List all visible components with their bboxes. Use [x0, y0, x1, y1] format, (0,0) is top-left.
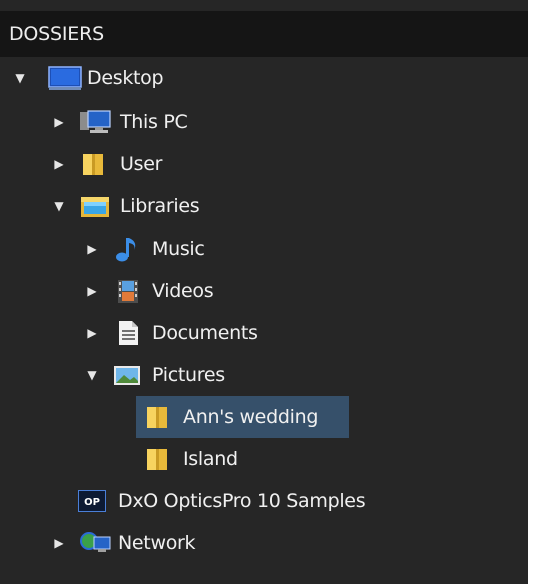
folders-panel: DOSSIERS ▼ Desktop ▶ This PC ▶ User ▼ Li… — [0, 0, 528, 584]
network-icon — [80, 529, 111, 557]
folder-icon — [144, 445, 174, 473]
expand-arrow-icon[interactable]: ▼ — [51, 185, 67, 227]
collapsed-arrow-icon[interactable]: ▶ — [84, 270, 100, 312]
picture-icon — [112, 361, 142, 389]
tree-item-label: Music — [152, 238, 205, 260]
expand-arrow-icon[interactable]: ▼ — [84, 354, 100, 396]
computer-icon — [78, 108, 111, 136]
tree-item-label: Documents — [152, 322, 258, 344]
folder-icon — [80, 150, 110, 178]
collapsed-arrow-icon[interactable]: ▶ — [84, 228, 100, 270]
tree-item-desktop[interactable]: ▼ Desktop — [0, 57, 528, 99]
collapsed-arrow-icon[interactable]: ▶ — [51, 101, 67, 143]
tree-item-island[interactable]: Island — [0, 438, 528, 480]
folder-icon — [144, 403, 174, 431]
tree-item-label: Pictures — [152, 364, 225, 386]
tree-item-label: DxO OpticsPro 10 Samples — [118, 490, 366, 512]
tree-item-label: Network — [118, 532, 196, 554]
tree-item-music[interactable]: ▶ Music — [0, 228, 528, 270]
tree-item-label: Ann's wedding — [183, 406, 319, 428]
tree-item-label: Island — [183, 448, 238, 470]
tree-item-libraries[interactable]: ▼ Libraries — [0, 185, 528, 227]
dxo-badge-text: OP — [84, 497, 100, 508]
tree-item-label: Desktop — [87, 67, 164, 89]
tree-item-videos[interactable]: ▶ Videos — [0, 270, 528, 312]
tree-item-this-pc[interactable]: ▶ This PC — [0, 101, 528, 143]
video-film-icon — [113, 277, 143, 305]
tree-item-dxo-samples[interactable]: OP DxO OpticsPro 10 Samples — [0, 480, 528, 522]
libraries-icon — [79, 192, 109, 220]
panel-header: DOSSIERS — [0, 11, 528, 57]
music-note-icon — [112, 235, 142, 263]
tree-item-label: This PC — [120, 111, 188, 133]
collapsed-arrow-icon[interactable]: ▶ — [51, 143, 67, 185]
tree-item-anns-wedding[interactable]: Ann's wedding — [0, 396, 528, 438]
dxo-opticspro-icon: OP — [78, 490, 106, 512]
expand-arrow-icon[interactable]: ▼ — [12, 57, 28, 99]
tree-item-user[interactable]: ▶ User — [0, 143, 528, 185]
tree-item-network[interactable]: ▶ Network — [0, 522, 528, 564]
collapsed-arrow-icon[interactable]: ▶ — [51, 522, 67, 564]
desktop-icon — [48, 65, 82, 93]
tree-item-pictures[interactable]: ▼ Pictures — [0, 354, 528, 396]
tree-item-label: User — [120, 153, 163, 175]
tree-item-label: Libraries — [120, 195, 200, 217]
tree-item-documents[interactable]: ▶ Documents — [0, 312, 528, 354]
collapsed-arrow-icon[interactable]: ▶ — [84, 312, 100, 354]
document-icon — [113, 319, 143, 347]
tree-item-label: Videos — [152, 280, 214, 302]
